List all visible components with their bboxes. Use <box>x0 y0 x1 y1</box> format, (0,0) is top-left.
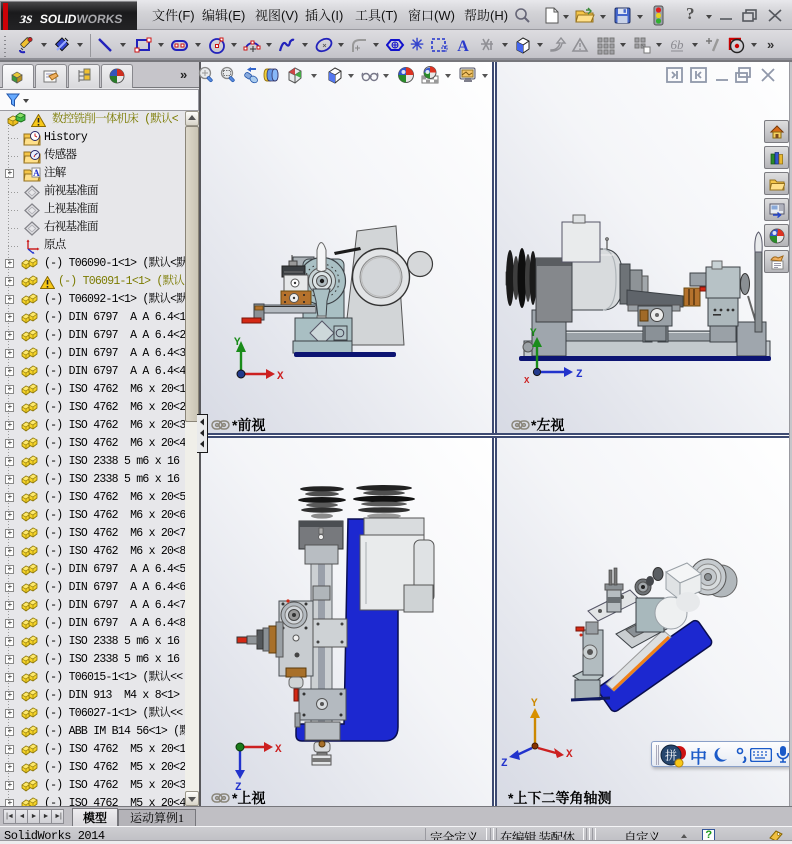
svg-text:SOLIDWORKS: SOLIDWORKS <box>39 12 124 26</box>
svg-text:Y: Y <box>234 337 241 349</box>
svg-text:X: X <box>566 749 573 761</box>
svg-text:X: X <box>524 376 530 386</box>
svg-text:Z: Z <box>576 369 583 381</box>
svg-text:Y: Y <box>531 698 538 710</box>
svg-text:X: X <box>275 744 282 756</box>
svg-text:зs: зs <box>18 10 34 27</box>
svg-text:Z: Z <box>501 758 508 770</box>
svg-text:6b: 6b <box>671 37 685 52</box>
svg-text:Y: Y <box>530 328 537 340</box>
svg-text:A: A <box>457 38 469 55</box>
svg-text:X: X <box>277 371 284 383</box>
